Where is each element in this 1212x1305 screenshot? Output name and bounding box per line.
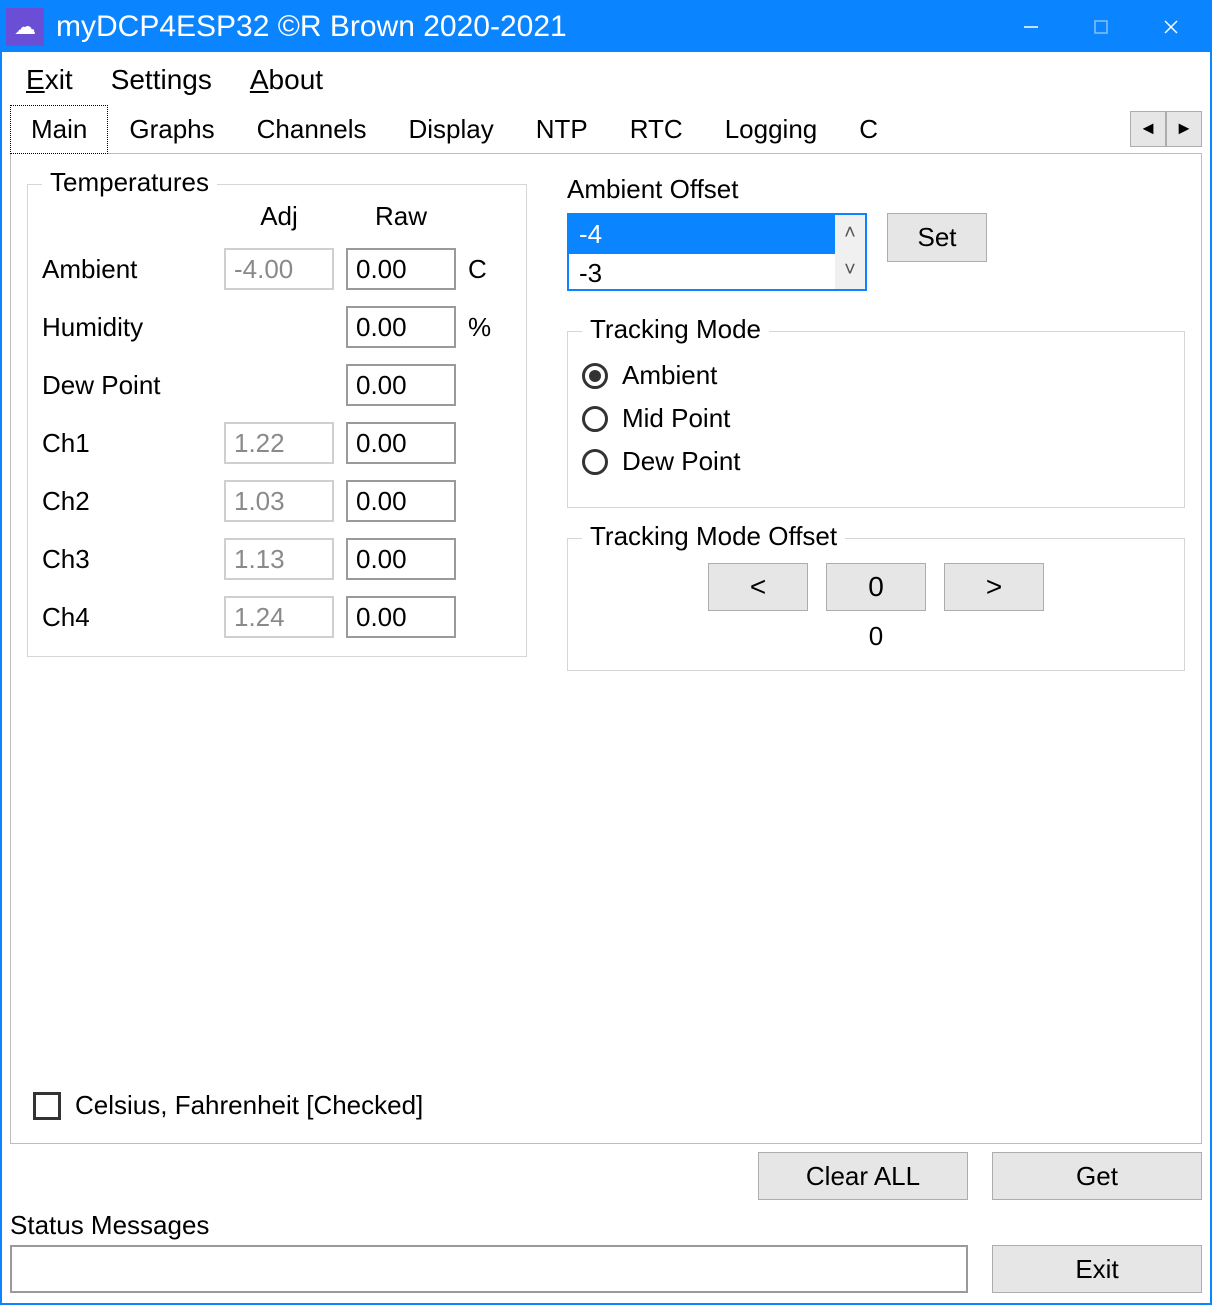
row-label-humidity: Humidity [42,312,212,343]
minimize-button[interactable] [996,2,1066,52]
row-label-dewpoint: Dew Point [42,370,212,401]
tab-content-main: Temperatures Adj Raw Ambient C Humidity [10,154,1202,1144]
exit-button[interactable]: Exit [992,1245,1202,1293]
ambient-offset-option[interactable]: -4 [569,215,865,254]
unit-checkbox-row[interactable]: Celsius, Fahrenheit [Checked] [33,1090,423,1121]
ch2-adj-field [224,480,334,522]
app-window: ☁ myDCP4ESP32 ©R Brown 2020-2021 Exit Se… [0,0,1212,1305]
titlebar: ☁ myDCP4ESP32 ©R Brown 2020-2021 [2,2,1210,52]
ch3-adj-field [224,538,334,580]
unit-celsius: C [468,254,508,285]
radio-label: Mid Point [622,403,730,434]
temperatures-group: Temperatures Adj Raw Ambient C Humidity [27,184,527,657]
tab-ntp[interactable]: NTP [515,105,609,153]
clear-all-button[interactable]: Clear ALL [758,1152,968,1200]
scroll-up-icon[interactable]: ˄ [835,215,865,252]
ambient-raw-field [346,248,456,290]
row-label-ch1: Ch1 [42,428,212,459]
tab-graphs[interactable]: Graphs [108,105,235,153]
tab-scroll-right[interactable]: ► [1166,111,1202,147]
radio-icon [582,363,608,389]
tracking-mode-title: Tracking Mode [582,314,769,345]
ch3-raw-field [346,538,456,580]
scroll-down-icon[interactable]: ˅ [835,252,865,289]
get-button[interactable]: Get [992,1152,1202,1200]
ambient-offset-option[interactable]: -3 [569,254,865,293]
bottom-area: Clear ALL Get Status Messages Exit [10,1152,1202,1293]
offset-value: 0 [582,621,1170,652]
tab-channels[interactable]: Channels [236,105,388,153]
ch1-raw-field [346,422,456,464]
ambient-adj-field [224,248,334,290]
window-title: myDCP4ESP32 ©R Brown 2020-2021 [54,10,996,44]
checkbox-icon [33,1092,61,1120]
tab-more[interactable]: C [838,105,899,153]
tracking-mode-radio-dewpoint[interactable]: Dew Point [582,446,1170,477]
app-icon: ☁ [6,8,44,46]
listbox-scrollbar: ˄ ˅ [835,215,865,289]
unit-checkbox-label: Celsius, Fahrenheit [Checked] [75,1090,423,1121]
radio-label: Ambient [622,360,717,391]
row-label-ch3: Ch3 [42,544,212,575]
row-label-ch4: Ch4 [42,602,212,633]
status-box [10,1245,968,1293]
col-header-raw: Raw [346,201,456,232]
offset-zero-button[interactable]: 0 [826,563,926,611]
ambient-offset-label: Ambient Offset [567,174,1185,205]
radio-label: Dew Point [622,446,741,477]
tracking-mode-group: Tracking Mode Ambient Mid Point Dew Poin… [567,331,1185,508]
tracking-mode-radio-midpoint[interactable]: Mid Point [582,403,1170,434]
menu-label: bout [269,64,324,95]
row-label-ambient: Ambient [42,254,212,285]
status-label: Status Messages [10,1210,968,1241]
window-controls [996,2,1206,52]
radio-icon [582,406,608,432]
ch4-adj-field [224,596,334,638]
maximize-button[interactable] [1066,2,1136,52]
radio-icon [582,449,608,475]
tracking-mode-radio-ambient[interactable]: Ambient [582,360,1170,391]
tab-strip: Main Graphs Channels Display NTP RTC Log… [10,104,1202,154]
tab-scroll: ◄ ► [1130,111,1202,147]
tab-main[interactable]: Main [10,105,108,154]
menu-about[interactable]: About [250,64,323,96]
tab-display[interactable]: Display [387,105,514,153]
tracking-mode-offset-group: Tracking Mode Offset < 0 > 0 [567,538,1185,671]
offset-decrease-button[interactable]: < [708,563,808,611]
tab-logging[interactable]: Logging [704,105,839,153]
offset-increase-button[interactable]: > [944,563,1044,611]
menu-label: xit [45,64,73,95]
dewpoint-raw-field [346,364,456,406]
tab-scroll-left[interactable]: ◄ [1130,111,1166,147]
ch1-adj-field [224,422,334,464]
menu-exit[interactable]: Exit [26,64,73,96]
tracking-mode-offset-title: Tracking Mode Offset [582,521,845,552]
col-header-adj: Adj [224,201,334,232]
menubar: Exit Settings About [2,52,1210,104]
ambient-offset-listbox[interactable]: -4 -3 ˄ ˅ [567,213,867,291]
menu-settings[interactable]: Settings [111,64,212,96]
ch4-raw-field [346,596,456,638]
unit-percent: % [468,312,508,343]
set-button[interactable]: Set [887,213,987,262]
close-button[interactable] [1136,2,1206,52]
temperatures-title: Temperatures [42,167,217,198]
humidity-raw-field [346,306,456,348]
row-label-ch2: Ch2 [42,486,212,517]
tab-rtc[interactable]: RTC [609,105,704,153]
ch2-raw-field [346,480,456,522]
